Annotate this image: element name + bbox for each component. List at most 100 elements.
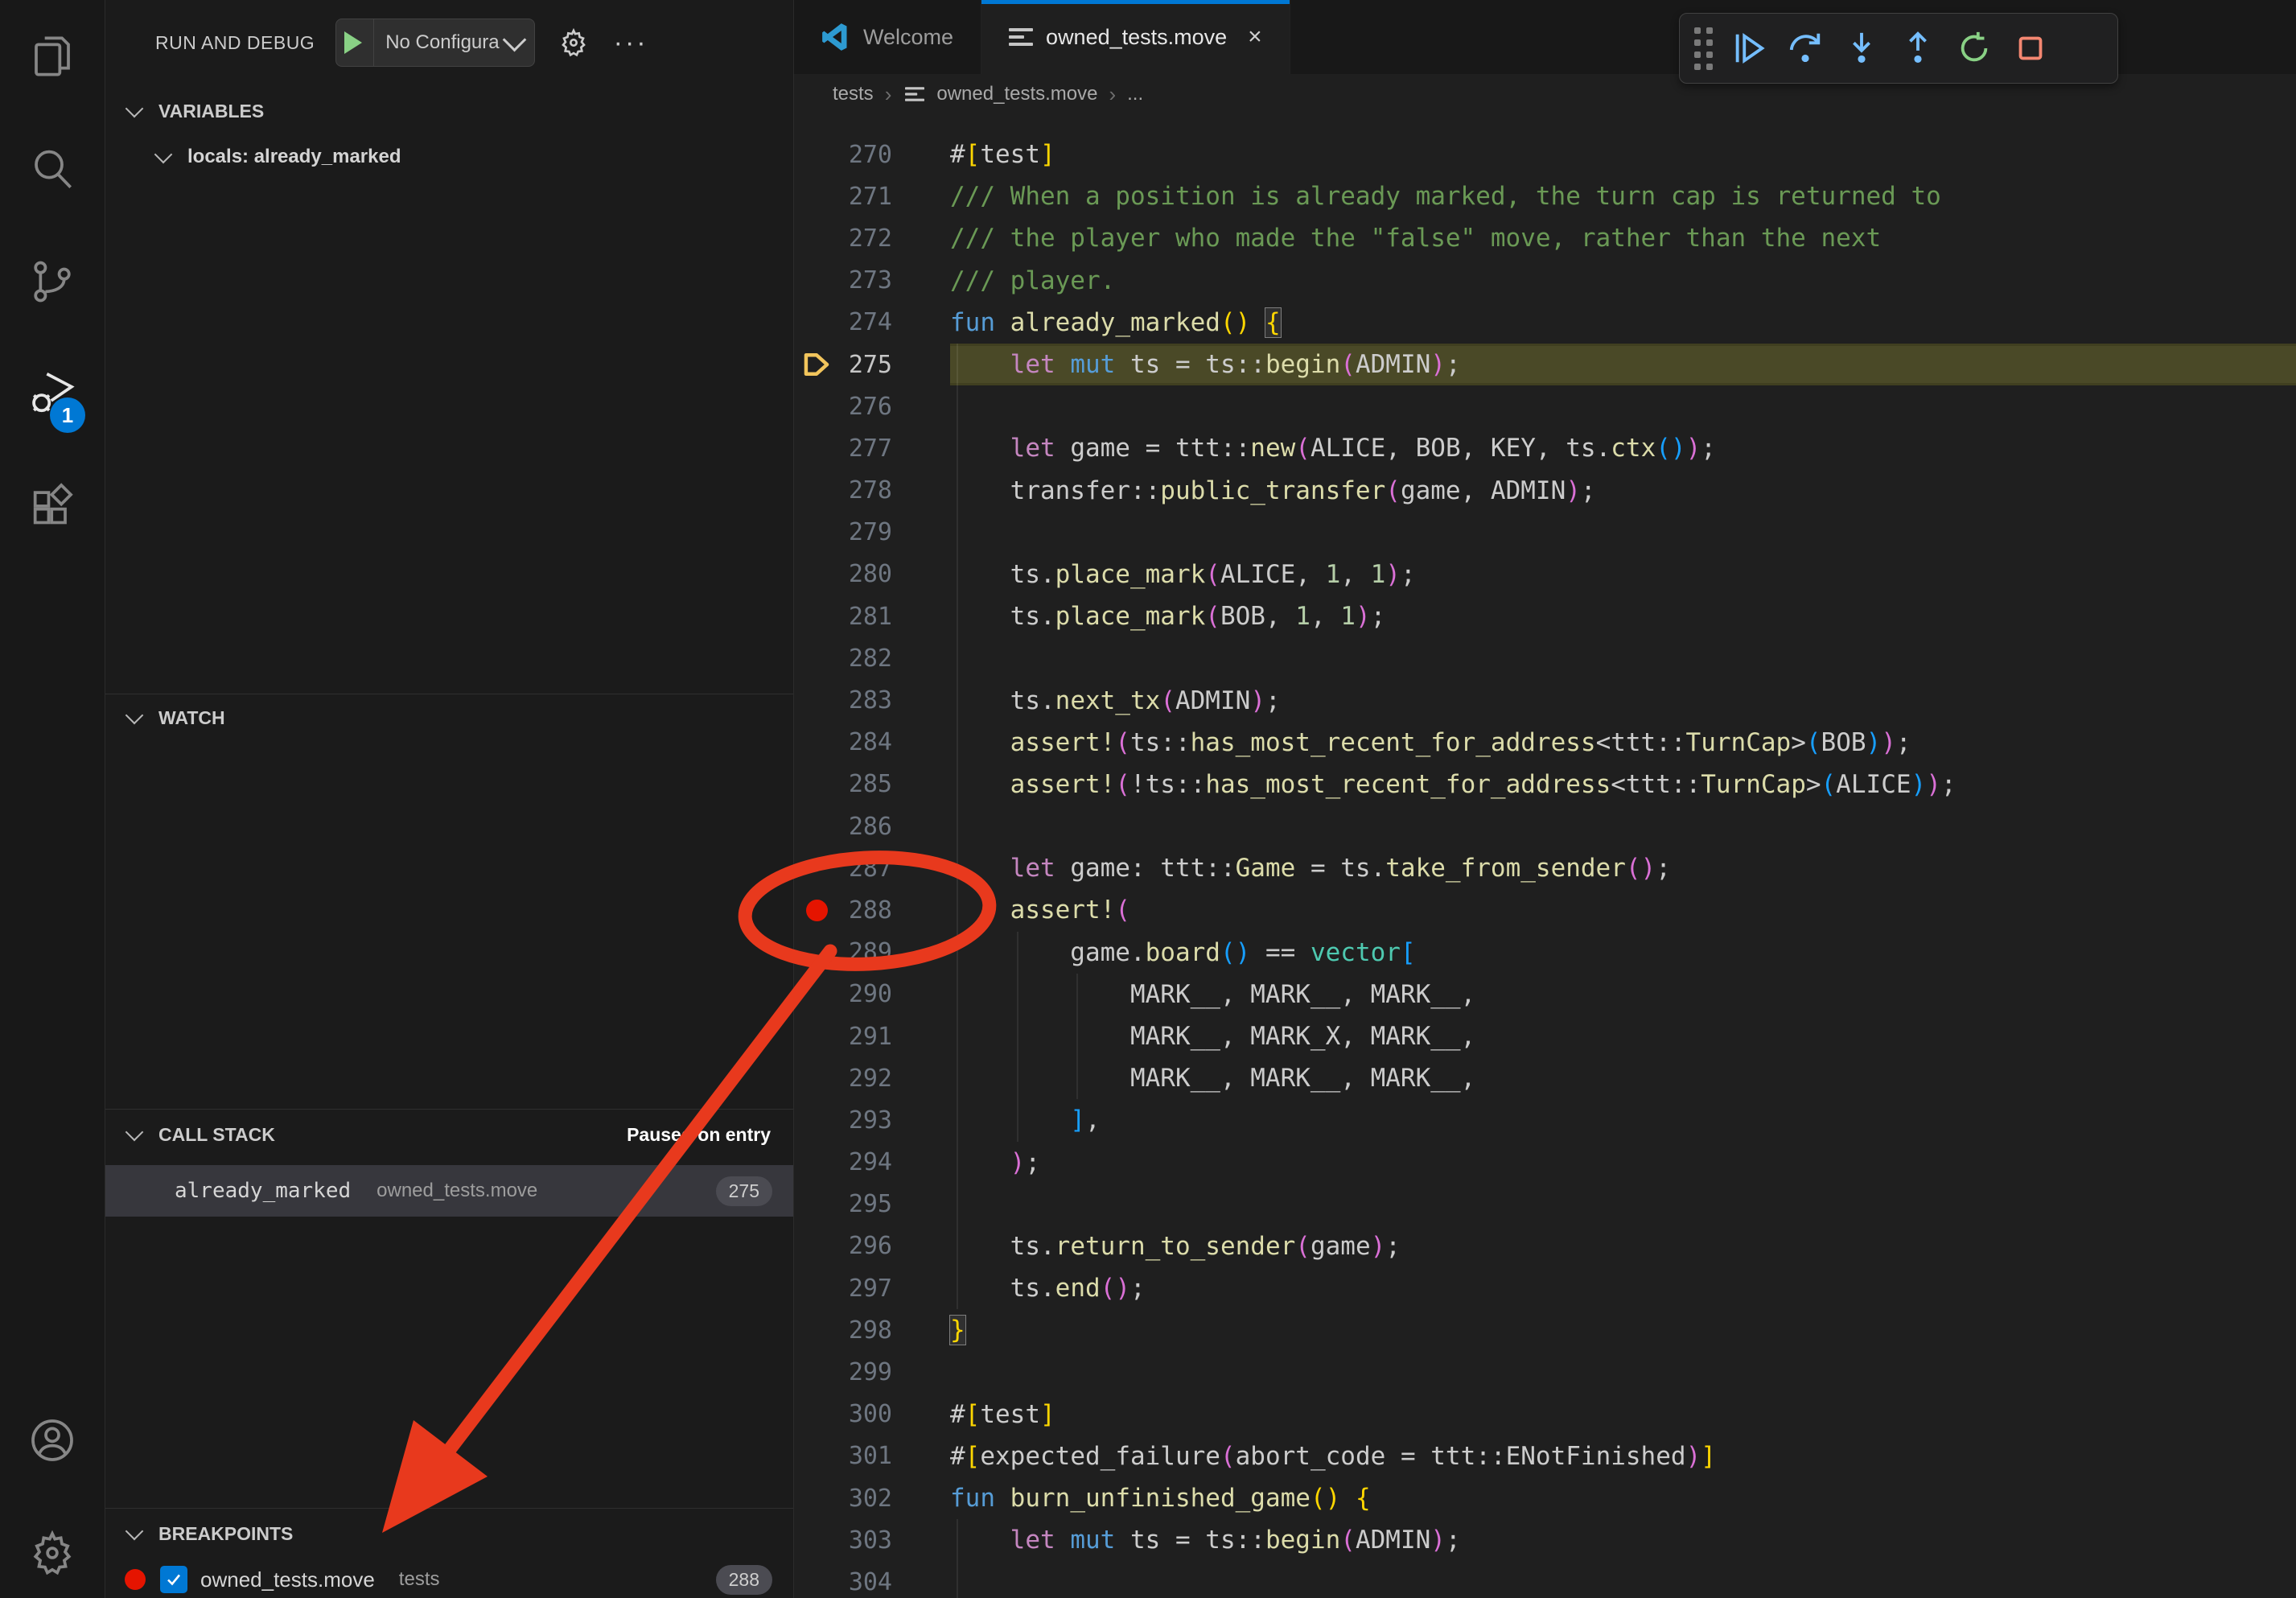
breakpoint-gutter[interactable] <box>794 974 839 1015</box>
code-text[interactable] <box>950 1561 2296 1598</box>
breakpoint-gutter[interactable] <box>794 1184 839 1225</box>
gutter[interactable]: 291 <box>794 1015 950 1057</box>
breakpoint-gutter[interactable] <box>794 1477 839 1519</box>
code-text[interactable]: MARK__, MARK_X, MARK__, <box>950 1015 2296 1057</box>
code-text[interactable]: ts.next_tx(ADMIN); <box>950 679 2296 721</box>
breakpoint-gutter[interactable] <box>794 847 839 889</box>
account-button[interactable] <box>0 1398 105 1482</box>
gutter[interactable]: 277 <box>794 427 950 469</box>
sidebar-item-run-and-debug[interactable]: 1 <box>0 352 105 436</box>
gutter[interactable]: 296 <box>794 1225 950 1267</box>
gutter[interactable]: 299 <box>794 1351 950 1393</box>
breakpoint-gutter[interactable] <box>794 1225 839 1267</box>
breakpoint-gutter[interactable] <box>794 1142 839 1184</box>
breakpoint-gutter[interactable] <box>794 722 839 764</box>
code-text[interactable]: /// player. <box>950 260 2296 302</box>
breakpoint-gutter[interactable] <box>794 1519 839 1561</box>
gutter[interactable]: 284 <box>794 722 950 764</box>
breakpoint-gutter[interactable] <box>794 1099 839 1141</box>
code-text[interactable]: assert!(!ts::has_most_recent_for_address… <box>950 764 2296 805</box>
gutter[interactable]: 304 <box>794 1561 950 1598</box>
sidebar-item-source-control[interactable] <box>0 240 105 323</box>
gutter[interactable]: 292 <box>794 1057 950 1099</box>
gutter[interactable]: 273 <box>794 260 950 302</box>
code-text[interactable]: #[expected_failure(abort_code = ttt::ENo… <box>950 1435 2296 1477</box>
gutter[interactable]: 298 <box>794 1309 950 1351</box>
code-text[interactable]: fun already_marked() { <box>950 302 2296 344</box>
breakpoint-gutter[interactable] <box>794 1394 839 1435</box>
breakpoint-gutter[interactable] <box>794 470 839 512</box>
section-call-stack[interactable]: CALL STACK Paused on entry <box>105 1114 793 1155</box>
start-debug-icon[interactable] <box>344 31 362 54</box>
breakpoint-gutter[interactable] <box>794 1267 839 1309</box>
gutter[interactable]: 286 <box>794 805 950 847</box>
breakpoint-checkbox[interactable] <box>160 1566 187 1593</box>
continue-button[interactable] <box>1721 20 1777 76</box>
code-text[interactable]: let mut ts = ts::begin(ADMIN); <box>950 344 2296 385</box>
code-text[interactable] <box>950 637 2296 679</box>
breakpoint-gutter[interactable] <box>794 1351 839 1393</box>
code-text[interactable]: assert!(ts::has_most_recent_for_address<… <box>950 722 2296 764</box>
restart-button[interactable] <box>1946 20 2002 76</box>
gutter[interactable]: 270 <box>794 134 950 175</box>
sidebar-item-explorer[interactable] <box>0 14 105 98</box>
section-variables[interactable]: VARIABLES <box>105 90 793 132</box>
code-text[interactable] <box>950 805 2296 847</box>
gutter[interactable]: 282 <box>794 637 950 679</box>
gutter[interactable]: 297 <box>794 1267 950 1309</box>
breakpoint-gutter[interactable] <box>794 1561 839 1598</box>
code-text[interactable] <box>950 1351 2296 1393</box>
code-text[interactable]: #[test] <box>950 1394 2296 1435</box>
tab-owned-tests[interactable]: owned_tests.move × <box>981 0 1290 74</box>
gutter[interactable]: 294 <box>794 1142 950 1184</box>
breakpoint-dot[interactable] <box>794 889 839 931</box>
launch-config-dropdown[interactable]: No Configura <box>335 19 534 67</box>
code-text[interactable]: } <box>950 1309 2296 1351</box>
gutter[interactable]: 293 <box>794 1099 950 1141</box>
code-editor[interactable]: 270#[test]271/// When a position is alre… <box>794 114 2296 1598</box>
code-text[interactable]: transfer::public_transfer(game, ADMIN); <box>950 470 2296 512</box>
breakpoint-gutter[interactable] <box>794 764 839 805</box>
code-text[interactable]: ts.end(); <box>950 1267 2296 1309</box>
gutter[interactable]: 295 <box>794 1184 950 1225</box>
gutter[interactable]: 283 <box>794 679 950 721</box>
breadcrumb-folder[interactable]: tests <box>833 83 874 105</box>
breakpoint-gutter[interactable] <box>794 679 839 721</box>
code-text[interactable]: /// When a position is already marked, t… <box>950 175 2296 217</box>
breakpoint-gutter[interactable] <box>794 1309 839 1351</box>
section-breakpoints[interactable]: BREAKPOINTS <box>105 1513 793 1555</box>
breakpoint-gutter[interactable] <box>794 302 839 344</box>
breakpoint-gutter[interactable] <box>794 385 839 427</box>
code-text[interactable]: #[test] <box>950 134 2296 175</box>
breakpoint-gutter[interactable] <box>794 595 839 637</box>
gutter[interactable]: 285 <box>794 764 950 805</box>
code-text[interactable]: ); <box>950 1142 2296 1184</box>
breadcrumb-file[interactable]: owned_tests.move <box>936 83 1097 105</box>
drag-handle[interactable] <box>1694 27 1713 70</box>
code-text[interactable]: ts.return_to_sender(game); <box>950 1225 2296 1267</box>
gutter[interactable]: 279 <box>794 512 950 554</box>
breakpoint-gutter[interactable] <box>794 932 839 974</box>
gutter[interactable]: 275 <box>794 344 950 385</box>
code-text[interactable]: MARK__, MARK__, MARK__, <box>950 1057 2296 1099</box>
breakpoint-gutter[interactable] <box>794 134 839 175</box>
gutter[interactable]: 272 <box>794 217 950 259</box>
gutter[interactable]: 280 <box>794 554 950 595</box>
code-text[interactable] <box>950 385 2296 427</box>
code-text[interactable]: /// the player who made the "false" move… <box>950 217 2296 259</box>
debug-settings-button[interactable] <box>558 27 590 59</box>
gutter[interactable]: 289 <box>794 932 950 974</box>
gutter[interactable]: 301 <box>794 1435 950 1477</box>
breakpoint-list-item[interactable]: owned_tests.move tests 288 <box>105 1558 793 1598</box>
breakpoint-gutter[interactable] <box>794 637 839 679</box>
code-text[interactable]: ts.place_mark(ALICE, 1, 1); <box>950 554 2296 595</box>
breakpoint-gutter[interactable] <box>794 260 839 302</box>
stop-button[interactable] <box>2002 20 2059 76</box>
code-text[interactable]: let game = ttt::new(ALICE, BOB, KEY, ts.… <box>950 427 2296 469</box>
code-text[interactable]: game.board() == vector[ <box>950 932 2296 974</box>
gutter[interactable]: 290 <box>794 974 950 1015</box>
code-text[interactable] <box>950 512 2296 554</box>
gutter[interactable]: 278 <box>794 470 950 512</box>
sidebar-item-extensions[interactable] <box>0 465 105 549</box>
code-text[interactable]: let mut ts = ts::begin(ADMIN); <box>950 1519 2296 1561</box>
